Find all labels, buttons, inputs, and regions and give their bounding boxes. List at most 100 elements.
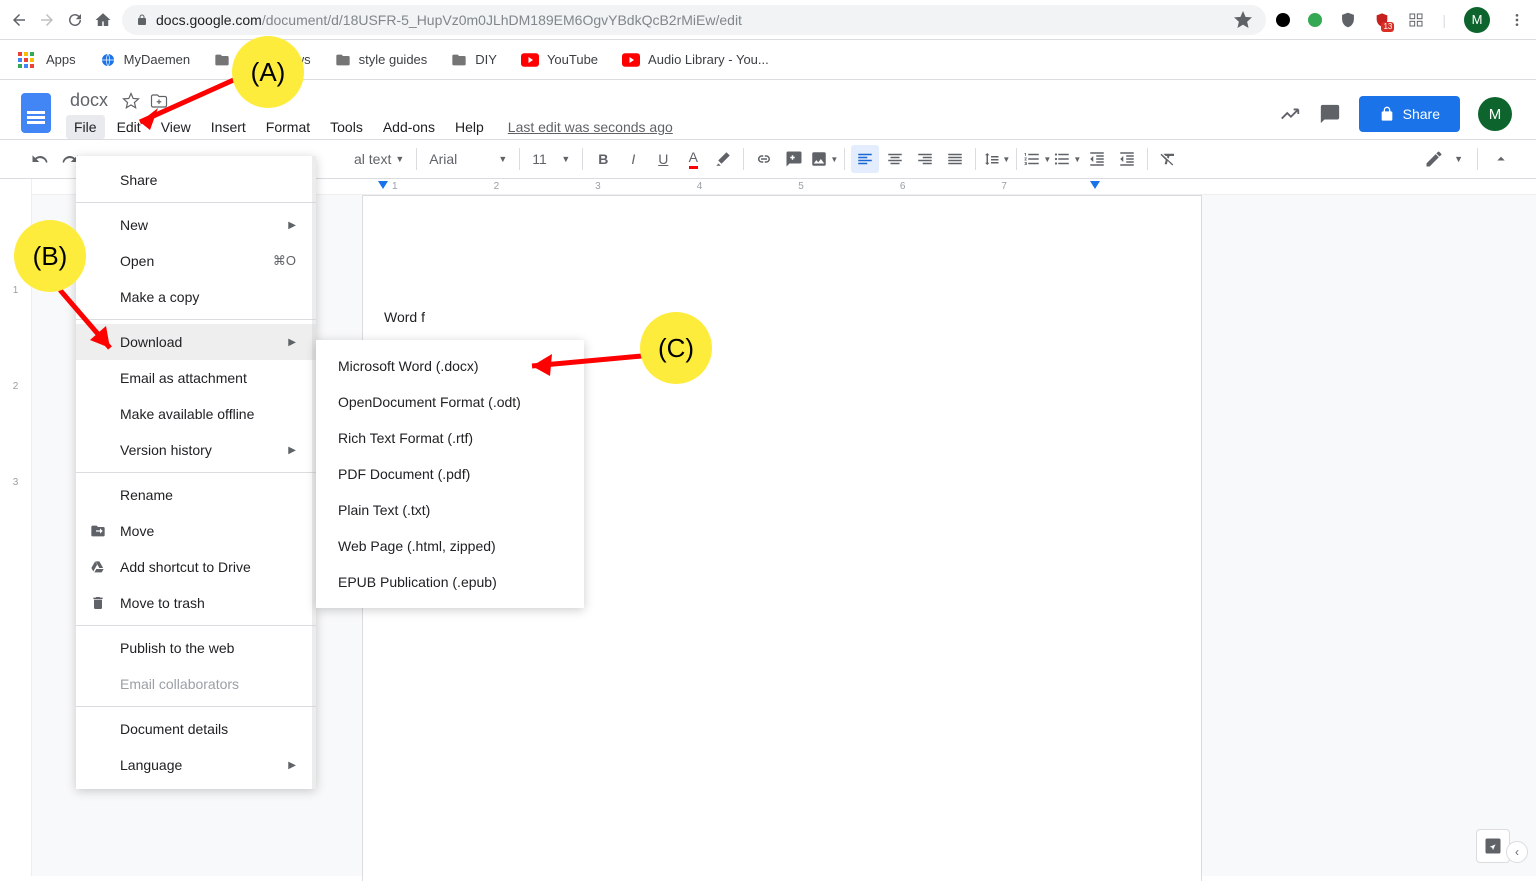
file-menu-dropdown: Share New▶ Open⌘O Make a copy Download▶ … — [76, 156, 316, 789]
clear-formatting-icon[interactable] — [1154, 145, 1182, 173]
italic-icon[interactable]: I — [619, 145, 647, 173]
annotation-arrow-a — [120, 70, 250, 140]
menu-help[interactable]: Help — [447, 115, 492, 139]
menu-item-details[interactable]: Document details — [76, 711, 316, 747]
menu-item-language[interactable]: Language▶ — [76, 747, 316, 783]
bookmark-style-guides[interactable]: style guides — [335, 52, 428, 68]
home-icon[interactable] — [94, 11, 112, 29]
align-center-icon[interactable] — [881, 145, 909, 173]
editing-mode-icon[interactable] — [1424, 149, 1444, 169]
annotation-b: (B) — [14, 220, 86, 292]
bulleted-list-icon[interactable]: ▼ — [1053, 145, 1081, 173]
folder-icon — [451, 52, 467, 68]
submenu-item-odt[interactable]: OpenDocument Format (.odt) — [316, 384, 584, 420]
annotation-c: (C) — [640, 312, 712, 384]
account-avatar[interactable]: M — [1478, 97, 1512, 131]
forward-icon[interactable] — [38, 11, 56, 29]
side-panel-toggle[interactable]: ‹ — [1506, 841, 1528, 863]
bookmark-folder-1[interactable] — [214, 52, 230, 68]
increase-indent-icon[interactable] — [1113, 145, 1141, 173]
youtube-icon — [521, 53, 539, 67]
trash-icon — [90, 595, 106, 611]
menu-item-new[interactable]: New▶ — [76, 207, 316, 243]
menu-item-email-collaborators: Email collaborators — [76, 666, 316, 702]
document-title[interactable]: docx — [66, 88, 112, 113]
highlight-icon[interactable] — [709, 145, 737, 173]
menu-item-share[interactable]: Share — [76, 162, 316, 198]
decrease-indent-icon[interactable] — [1083, 145, 1111, 173]
drive-icon — [90, 559, 106, 575]
address-bar[interactable]: docs.google.com/document/d/18USFR-5_HupV… — [122, 5, 1266, 35]
annotation-arrow-c — [514, 342, 654, 382]
bookmark-apps[interactable]: Apps — [18, 52, 76, 68]
add-comment-icon[interactable] — [780, 145, 808, 173]
browser-toolbar: docs.google.com/document/d/18USFR-5_HupV… — [0, 0, 1536, 40]
menu-item-open[interactable]: Open⌘O — [76, 243, 316, 279]
menu-item-version-history[interactable]: Version history▶ — [76, 432, 316, 468]
paragraph-style-select[interactable]: al text▼ — [348, 151, 410, 167]
menu-tools[interactable]: Tools — [322, 115, 371, 139]
extension-icon-2[interactable] — [1308, 13, 1322, 27]
profile-avatar[interactable]: M — [1464, 7, 1490, 33]
line-spacing-icon[interactable]: ▼ — [982, 145, 1010, 173]
align-right-icon[interactable] — [911, 145, 939, 173]
docs-logo-icon[interactable] — [16, 88, 56, 138]
browser-extensions: 13 | M — [1276, 7, 1526, 33]
extension-icon-3[interactable] — [1340, 12, 1356, 28]
move-icon — [90, 523, 106, 539]
collapse-icon[interactable] — [1492, 150, 1510, 168]
bookmark-mydaemen[interactable]: MyDaemen — [100, 52, 190, 68]
font-select[interactable]: Arial▼ — [423, 151, 513, 167]
last-edit-link[interactable]: Last edit was seconds ago — [508, 119, 673, 135]
submenu-item-txt[interactable]: Plain Text (.txt) — [316, 492, 584, 528]
menu-format[interactable]: Format — [258, 115, 318, 139]
youtube-icon — [622, 53, 640, 67]
url-domain: docs.google.com — [156, 12, 262, 28]
bold-icon[interactable]: B — [589, 145, 617, 173]
submenu-item-rtf[interactable]: Rich Text Format (.rtf) — [316, 420, 584, 456]
extension-icon-5[interactable] — [1408, 12, 1424, 28]
star-icon[interactable] — [1234, 11, 1252, 29]
annotation-a: (A) — [232, 36, 304, 108]
kebab-menu-icon[interactable] — [1508, 11, 1526, 29]
lock-icon — [1379, 106, 1395, 122]
extension-icon-1[interactable] — [1276, 13, 1290, 27]
back-icon[interactable] — [10, 11, 28, 29]
numbered-list-icon[interactable]: ▼ — [1023, 145, 1051, 173]
folder-icon — [214, 52, 230, 68]
submenu-item-pdf[interactable]: PDF Document (.pdf) — [316, 456, 584, 492]
text-color-icon[interactable]: A — [679, 145, 707, 173]
underline-icon[interactable]: U — [649, 145, 677, 173]
lock-icon — [136, 14, 148, 26]
activity-icon[interactable] — [1279, 103, 1301, 125]
share-button[interactable]: Share — [1359, 96, 1460, 132]
reload-icon[interactable] — [66, 11, 84, 29]
bookmark-youtube[interactable]: YouTube — [521, 52, 598, 67]
folder-icon — [335, 52, 351, 68]
comments-icon[interactable] — [1319, 103, 1341, 125]
menu-item-move[interactable]: Move — [76, 513, 316, 549]
link-icon[interactable] — [750, 145, 778, 173]
bookmark-diy[interactable]: DIY — [451, 52, 497, 68]
insert-image-icon[interactable]: ▼ — [810, 145, 838, 173]
submenu-item-html[interactable]: Web Page (.html, zipped) — [316, 528, 584, 564]
menu-addons[interactable]: Add-ons — [375, 115, 443, 139]
menu-item-add-shortcut[interactable]: Add shortcut to Drive — [76, 549, 316, 585]
menu-item-offline[interactable]: Make available offline — [76, 396, 316, 432]
menu-item-trash[interactable]: Move to trash — [76, 585, 316, 621]
submenu-item-epub[interactable]: EPUB Publication (.epub) — [316, 564, 584, 600]
bookmark-audio-library[interactable]: Audio Library - You... — [622, 52, 769, 67]
annotation-arrow-b — [48, 280, 138, 370]
font-size-select[interactable]: 11▼ — [526, 151, 576, 167]
extension-icon-4[interactable]: 13 — [1374, 12, 1390, 28]
url-path: /document/d/18USFR-5_HupVz0m0JLhDM189EM6… — [262, 12, 742, 28]
menu-item-rename[interactable]: Rename — [76, 477, 316, 513]
menu-file[interactable]: File — [66, 115, 105, 139]
globe-icon — [100, 52, 116, 68]
apps-grid-icon — [18, 52, 34, 68]
align-justify-icon[interactable] — [941, 145, 969, 173]
explore-button[interactable] — [1476, 829, 1510, 863]
undo-icon[interactable] — [26, 145, 54, 173]
menu-item-publish[interactable]: Publish to the web — [76, 630, 316, 666]
align-left-icon[interactable] — [851, 145, 879, 173]
